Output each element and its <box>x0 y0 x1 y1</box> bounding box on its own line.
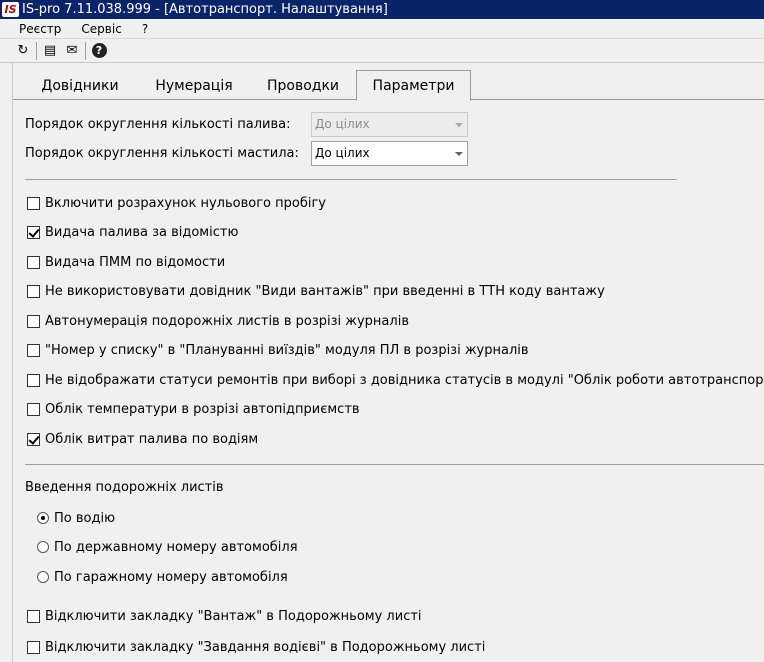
option-disable-driver-task-tab[interactable]: Відключити закладку "Завдання водієві" в… <box>27 638 485 656</box>
mail-icon[interactable]: ✉ <box>61 40 83 62</box>
tab-numbering[interactable]: Нумерація <box>141 73 247 100</box>
app-logo-icon: IS <box>2 2 19 17</box>
radio-label: По державному номеру автомобіля <box>54 539 298 555</box>
checkbox[interactable] <box>27 343 40 357</box>
option-cargo-types[interactable]: Не використовувати довідник "Види вантаж… <box>27 282 605 300</box>
separator <box>25 464 764 465</box>
fuel-rounding-value: До цілих <box>315 117 370 131</box>
checkbox[interactable] <box>27 284 40 298</box>
option-label: Не використовувати довідник "Види вантаж… <box>45 283 605 299</box>
option-label: Автонумерація подорожніх листів в розріз… <box>45 313 409 329</box>
tab-directories[interactable]: Довідники <box>25 73 135 100</box>
option-fuel-by-statement[interactable]: Видача палива за відомістю <box>27 223 238 241</box>
option-hide-repair-statuses[interactable]: Не відображати статуси ремонтів при вибо… <box>27 371 764 389</box>
option-label: "Номер у списку" в "Плануванні виїздів" … <box>45 342 529 358</box>
window-title: IS-pro 7.11.038.999 - [Автотранспорт. На… <box>22 2 388 17</box>
radio-by-driver[interactable]: По водію <box>37 509 115 527</box>
fuel-rounding-select: До цілих <box>311 112 468 137</box>
option-label: Відключити закладку "Вантаж" в Подорожнь… <box>45 608 422 624</box>
radio-label: По гаражному номеру автомобіля <box>54 569 288 585</box>
menu-item-service[interactable]: Сервіс <box>71 20 131 38</box>
option-label: Облік температури в розрізі автопідприєм… <box>45 401 360 417</box>
menu-item-registry[interactable]: Реєстр <box>9 20 71 38</box>
oil-rounding-value: До цілих <box>315 146 370 160</box>
checkbox[interactable] <box>27 196 40 210</box>
toolbar-separator <box>36 41 37 60</box>
option-label: Включити розрахунок нульового пробігу <box>45 195 326 211</box>
checkbox[interactable] <box>27 609 40 623</box>
waybill-entry-title: Введення подорожніх листів <box>25 480 224 495</box>
help-icon[interactable]: ? <box>88 40 110 62</box>
checkbox[interactable] <box>27 640 40 654</box>
chevron-down-icon[interactable] <box>455 152 463 156</box>
fuel-rounding-label: Порядок округлення кількості палива: <box>25 117 291 132</box>
checkbox[interactable] <box>27 255 40 269</box>
option-label: Видача ПММ по відомости <box>45 254 226 270</box>
radio-by-state-number[interactable]: По державному номеру автомобіля <box>37 538 298 556</box>
option-label: Видача палива за відомістю <box>45 224 239 240</box>
option-list-number[interactable]: "Номер у списку" в "Плануванні виїздів" … <box>27 341 529 359</box>
option-zero-mileage[interactable]: Включити розрахунок нульового пробігу <box>27 194 326 212</box>
option-label: Відключити закладку "Завдання водієві" в… <box>45 639 486 655</box>
option-label: Облік витрат палива по водіям <box>45 431 259 447</box>
checkbox[interactable] <box>27 432 40 446</box>
document-icon[interactable]: ▤ <box>39 40 61 62</box>
tab-strip: Довідники Нумерація Проводки Параметри <box>13 68 764 101</box>
oil-rounding-select[interactable]: До цілих <box>311 141 468 166</box>
refresh-icon[interactable]: ↻ <box>12 40 34 62</box>
window-titlebar: IS IS-pro 7.11.038.999 - [Автотранспорт.… <box>0 0 764 19</box>
radio-button[interactable] <box>37 512 49 524</box>
tab-parameters[interactable]: Параметри <box>356 70 471 101</box>
option-waybill-autonumbering[interactable]: Автонумерація подорожніх листів в розріз… <box>27 312 409 330</box>
radio-button[interactable] <box>37 541 49 553</box>
checkbox[interactable] <box>27 314 40 328</box>
checkbox[interactable] <box>27 373 40 387</box>
settings-panel: Довідники Нумерація Проводки Параметри П… <box>12 63 764 662</box>
tab-postings[interactable]: Проводки <box>253 73 353 100</box>
menu-item-help[interactable]: ? <box>132 20 158 38</box>
option-label: Не відображати статуси ремонтів при вибо… <box>45 372 764 388</box>
option-temperature-accounting[interactable]: Облік температури в розрізі автопідприєм… <box>27 400 360 418</box>
oil-rounding-label: Порядок округлення кількості мастила: <box>25 146 299 161</box>
option-disable-cargo-tab[interactable]: Відключити закладку "Вантаж" в Подорожнь… <box>27 607 422 625</box>
menu-bar: Реєстр Сервіс ? <box>0 19 764 39</box>
option-fuel-lubricants-statement[interactable]: Видача ПММ по відомости <box>27 253 225 271</box>
checkbox[interactable] <box>27 225 40 239</box>
separator <box>25 179 677 180</box>
toolbar: ↻ ▤ ✉ ? <box>0 39 764 63</box>
toolbar-separator <box>85 41 86 60</box>
radio-label: По водію <box>54 510 116 526</box>
chevron-down-icon <box>455 123 463 127</box>
checkbox[interactable] <box>27 402 40 416</box>
radio-by-garage-number[interactable]: По гаражному номеру автомобіля <box>37 568 288 586</box>
option-fuel-by-drivers[interactable]: Облік витрат палива по водіям <box>27 430 258 448</box>
radio-button[interactable] <box>37 571 49 583</box>
